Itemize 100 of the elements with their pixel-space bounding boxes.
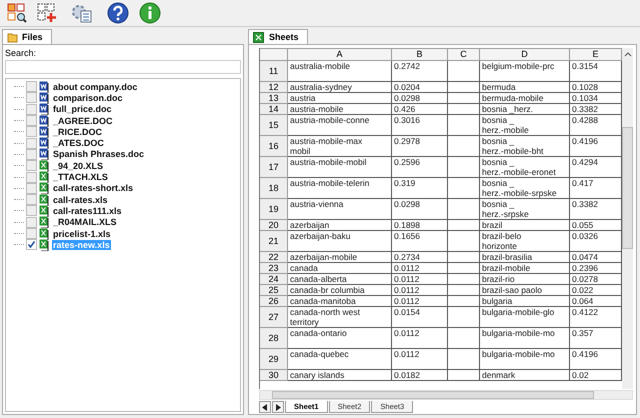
table-cell: brazil-brasilia <box>480 252 570 263</box>
table-cell: austria-mobile <box>288 104 392 115</box>
vertical-scrollbar[interactable] <box>622 48 633 389</box>
row-header[interactable]: 19 <box>260 199 288 220</box>
file-name[interactable]: _94_20.XLS <box>52 160 104 171</box>
checkbox[interactable] <box>26 92 37 104</box>
column-header[interactable]: E <box>570 48 622 61</box>
row-header[interactable]: 21 <box>260 231 288 252</box>
right-arrow-icon <box>275 404 281 410</box>
checkbox[interactable] <box>26 104 37 115</box>
search-field[interactable] <box>5 60 241 74</box>
checkbox[interactable] <box>26 172 37 183</box>
table-cell: denmark <box>480 370 570 381</box>
row-header[interactable]: 11 <box>260 61 288 82</box>
row-header[interactable]: 14 <box>260 104 288 115</box>
checkbox[interactable] <box>26 239 37 250</box>
file-name[interactable]: _R04MAIL.XLS <box>52 217 118 228</box>
column-header[interactable]: A <box>288 48 392 61</box>
checkbox[interactable] <box>26 205 37 216</box>
table-cell: canada-alberta <box>288 274 392 285</box>
row-header[interactable]: 18 <box>260 178 288 199</box>
empty-cell <box>448 274 480 285</box>
row-header[interactable]: 29 <box>260 349 288 370</box>
file-name[interactable]: comparison.doc <box>52 92 124 103</box>
empty-cell <box>448 82 480 93</box>
next-sheet-button[interactable] <box>272 401 284 413</box>
row-header[interactable]: 25 <box>260 285 288 296</box>
empty-cell <box>448 61 480 82</box>
word-document-icon <box>39 80 50 93</box>
previous-sheet-button[interactable] <box>259 401 271 413</box>
row-header[interactable]: 22 <box>260 252 288 263</box>
scroll-thumb[interactable] <box>622 127 633 249</box>
empty-cell <box>448 231 480 252</box>
checkbox[interactable] <box>26 138 37 149</box>
row-header[interactable]: 13 <box>260 93 288 104</box>
table-cell: 0.1656 <box>392 231 448 252</box>
table-cell: bulgaria-mobile-mo <box>480 349 570 370</box>
file-name[interactable]: full_price.doc <box>52 104 113 114</box>
empty-cell <box>448 93 480 104</box>
checkbox[interactable] <box>26 126 37 138</box>
table-cell: austria-vienna <box>288 199 392 220</box>
file-name[interactable]: call-rates.xls <box>52 194 109 205</box>
column-header[interactable]: B <box>392 48 448 61</box>
file-name[interactable]: call-rates111.xls <box>52 206 123 216</box>
row-header[interactable]: 16 <box>260 136 288 157</box>
row-header[interactable]: 23 <box>260 263 288 274</box>
checkbox[interactable] <box>26 81 37 92</box>
checkbox[interactable] <box>26 115 37 126</box>
column-header[interactable]: D <box>480 48 570 61</box>
checkbox[interactable] <box>26 160 37 172</box>
file-name[interactable]: _TTACH.XLS <box>52 172 109 182</box>
file-name[interactable]: about company.doc <box>52 82 138 92</box>
table-cell: bulgaria-mobile-glo <box>480 307 570 328</box>
row-header[interactable]: 24 <box>260 274 288 285</box>
table-cell: 0.0298 <box>392 199 448 220</box>
table-cell: brazil-mobile <box>480 263 570 274</box>
file-name[interactable]: Spanish Phrases.doc <box>52 149 146 160</box>
row-header[interactable]: 17 <box>260 157 288 178</box>
row-header[interactable]: 30 <box>260 370 288 381</box>
scroll-up-icon[interactable] <box>624 51 632 57</box>
file-name[interactable]: _ATES.DOC <box>52 138 105 148</box>
checkbox[interactable] <box>26 194 37 206</box>
file-name[interactable]: _RICE.DOC <box>52 126 104 137</box>
table-cell: 0.0112 <box>392 296 448 307</box>
checkbox[interactable] <box>26 182 37 194</box>
spreadsheet-icon <box>39 228 50 240</box>
file-name[interactable]: _AGREE.DOC <box>52 116 114 126</box>
table-cell: belgium-mobile-prc <box>480 61 570 82</box>
horizontal-scrollbar[interactable] <box>259 390 633 400</box>
file-name[interactable]: call-rates-short.xls <box>52 183 134 194</box>
spreadsheet-icon <box>39 194 50 206</box>
checkbox[interactable] <box>26 228 37 239</box>
column-header[interactable]: C <box>448 48 480 61</box>
word-document-icon <box>39 92 50 104</box>
table-cell: 0.319 <box>392 178 448 199</box>
file-name[interactable]: pricelist-1.xls <box>52 228 112 238</box>
table-cell: bermuda-mobile <box>480 93 570 104</box>
corner-cell[interactable] <box>260 48 288 61</box>
checkbox[interactable] <box>26 148 37 160</box>
empty-cell <box>448 136 480 157</box>
table-cell: australia-sydney <box>288 82 392 93</box>
table-cell: 0.0112 <box>392 274 448 285</box>
sheets-tab[interactable]: Sheets <box>248 29 308 44</box>
scroll-thumb[interactable] <box>272 391 594 399</box>
row-header[interactable]: 27 <box>260 307 288 328</box>
files-tab[interactable]: Files <box>2 29 52 44</box>
row-header[interactable]: 15 <box>260 115 288 136</box>
row-header[interactable]: 28 <box>260 328 288 349</box>
row-header[interactable]: 20 <box>260 220 288 231</box>
table-cell: austria-mobile-conne <box>288 115 392 136</box>
table-cell: canada-manitoba <box>288 296 392 307</box>
table-cell: 0.2978 <box>392 136 448 157</box>
checkbox[interactable] <box>26 216 37 228</box>
table-cell: austria <box>288 93 392 104</box>
table-cell: australia-mobile <box>288 61 392 82</box>
row-header[interactable]: 12 <box>260 82 288 93</box>
table-cell: canada <box>288 263 392 274</box>
table-cell: bermuda <box>480 82 570 93</box>
row-header[interactable]: 26 <box>260 296 288 307</box>
table-cell: canary islands <box>288 370 392 381</box>
